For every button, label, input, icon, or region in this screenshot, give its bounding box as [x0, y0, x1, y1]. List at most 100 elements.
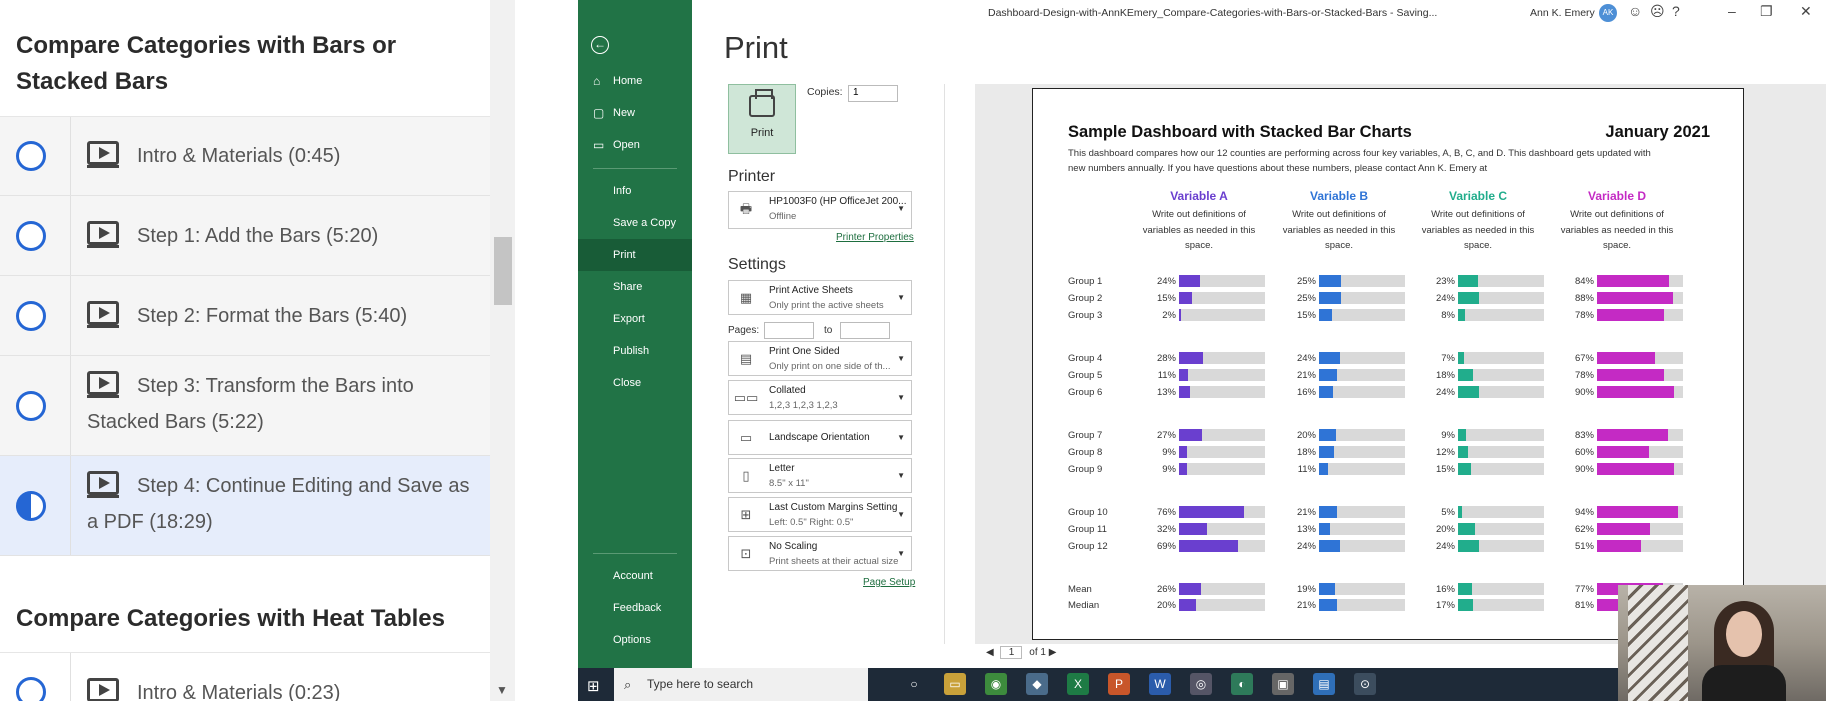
nav-new[interactable]: ▢ New: [578, 97, 692, 129]
nav-open[interactable]: ▭ Open: [578, 129, 692, 161]
bar-track: [1458, 386, 1544, 398]
nav-publish[interactable]: Publish: [578, 335, 692, 367]
app-icon[interactable]: ◎: [1190, 673, 1212, 695]
pages-to-input[interactable]: [840, 322, 890, 339]
nav-close[interactable]: Close: [578, 367, 692, 399]
restore-icon[interactable]: ❐: [1760, 3, 1773, 20]
print-what-select[interactable]: ▦ Print Active Sheets Only print the act…: [728, 280, 912, 315]
windows-start-icon[interactable]: ⊞: [587, 677, 600, 695]
excel-icon[interactable]: X: [1067, 673, 1089, 695]
bar-track: [1179, 275, 1265, 287]
paper-icon: ▯: [742, 468, 750, 483]
bar-fill: [1179, 386, 1191, 398]
nav-feedback[interactable]: Feedback: [578, 592, 692, 624]
lesson-label: Intro & Materials (0:23): [137, 682, 341, 701]
margins-select[interactable]: ⊞ Last Custom Margins Setting Left: 0.5"…: [728, 497, 912, 532]
value-label: 20%: [1435, 524, 1455, 535]
app-icon[interactable]: ▣: [1272, 673, 1294, 695]
nav-home[interactable]: ⌂ Home: [578, 65, 692, 97]
app-icon[interactable]: ◐: [1231, 673, 1253, 695]
sides-select[interactable]: ▤ Print One Sided Only print on one side…: [728, 341, 912, 376]
close-icon[interactable]: ✕: [1800, 3, 1812, 20]
app-icon[interactable]: ▤: [1313, 673, 1335, 695]
scrollbar-track[interactable]: [490, 0, 515, 701]
chevron-down-icon: ▼: [897, 549, 905, 558]
minimize-icon[interactable]: –: [1728, 3, 1736, 19]
chrome-icon[interactable]: ◉: [985, 673, 1007, 695]
chevron-down-icon: ▼: [897, 393, 905, 402]
nav-print[interactable]: Print: [578, 239, 692, 271]
taskbar-search[interactable]: ⌕ Type here to search: [614, 668, 868, 701]
scrollbar-thumb[interactable]: [494, 237, 512, 305]
value-label: 26%: [1156, 584, 1176, 595]
scroll-down-arrow-icon[interactable]: ▼: [496, 683, 508, 697]
page-number-input[interactable]: 1: [1000, 646, 1023, 659]
prev-page-icon[interactable]: ◀: [986, 647, 994, 658]
cortana-icon[interactable]: ○: [903, 673, 925, 695]
chevron-down-icon: ▼: [897, 293, 905, 302]
smile-icon[interactable]: ☺: [1628, 3, 1642, 19]
value-label: 94%: [1574, 507, 1594, 518]
avatar[interactable]: AK: [1599, 4, 1617, 22]
bar-fill: [1597, 352, 1655, 364]
value-label: 18%: [1296, 447, 1316, 458]
frown-icon[interactable]: ☹: [1650, 3, 1665, 20]
bar-fill: [1179, 275, 1200, 287]
nav-share[interactable]: Share: [578, 271, 692, 303]
pages-from-input[interactable]: [764, 322, 814, 339]
lesson-item[interactable]: Intro & Materials (0:45): [0, 117, 490, 196]
nav-save-a-copy[interactable]: Save a Copy: [578, 207, 692, 239]
value-label: 13%: [1156, 387, 1176, 398]
incomplete-status-icon: [16, 221, 46, 251]
bar-track: [1179, 506, 1265, 518]
powerpoint-icon[interactable]: P: [1108, 673, 1130, 695]
nav-export[interactable]: Export: [578, 303, 692, 335]
next-page-icon[interactable]: ▶: [1049, 647, 1057, 658]
bar-track: [1458, 599, 1544, 611]
variable-header: Variable B: [1309, 189, 1369, 203]
print-button[interactable]: Print: [728, 84, 796, 154]
word-icon[interactable]: W: [1149, 673, 1171, 695]
scaling-select[interactable]: ⊡ No Scaling Print sheets at their actua…: [728, 536, 912, 571]
bar-fill: [1458, 583, 1472, 595]
bar-track: [1458, 429, 1544, 441]
chevron-down-icon: ▼: [897, 510, 905, 519]
lesson-item-active[interactable]: Step 4: Continue Editing and Save as a P…: [0, 456, 490, 556]
lesson-item[interactable]: Step 1: Add the Bars (5:20): [0, 196, 490, 276]
lesson-item[interactable]: Step 2: Format the Bars (5:40): [0, 276, 490, 356]
back-arrow-icon[interactable]: ←: [591, 36, 609, 54]
copies-stepper[interactable]: 1: [848, 85, 898, 102]
value-label: 28%: [1156, 353, 1176, 364]
page-setup-link[interactable]: Page Setup: [863, 577, 915, 588]
nav-account[interactable]: Account: [578, 560, 692, 592]
bar-track: [1319, 386, 1405, 398]
bar-track: [1597, 386, 1683, 398]
orientation-select[interactable]: ▭ Landscape Orientation ▼: [728, 420, 912, 455]
bar-track: [1319, 599, 1405, 611]
help-icon[interactable]: ?: [1672, 3, 1680, 19]
collation-select[interactable]: ▭▭ Collated 1,2,3 1,2,3 1,2,3 ▼: [728, 380, 912, 415]
bar-track: [1458, 540, 1544, 552]
app-icon[interactable]: ◆: [1026, 673, 1048, 695]
lesson-item[interactable]: Intro & Materials (0:23): [0, 653, 490, 701]
value-label: 12%: [1435, 447, 1455, 458]
printer-properties-link[interactable]: Printer Properties: [836, 232, 914, 243]
video-icon: [87, 371, 119, 398]
nav-options[interactable]: Options: [578, 624, 692, 656]
bar-fill: [1597, 275, 1670, 287]
lesson-item[interactable]: Step 3: Transform the Bars into Stacked …: [0, 356, 490, 456]
nav-info[interactable]: Info: [578, 175, 692, 207]
group-label: Group 11: [1068, 524, 1107, 535]
bar-track: [1319, 352, 1405, 364]
bar-fill: [1458, 523, 1476, 535]
paper-size-select[interactable]: ▯ Letter 8.5" x 11" ▼: [728, 458, 912, 493]
printer-select[interactable]: 🖶 HP1003F0 (HP OfficeJet 200... Offline …: [728, 191, 912, 229]
value-label: 88%: [1574, 293, 1594, 304]
value-label: 21%: [1296, 507, 1316, 518]
sheet-icon: ▦: [739, 290, 753, 305]
bar-fill: [1597, 506, 1678, 518]
lesson-label: Intro & Materials (0:45): [137, 145, 341, 167]
app-icon[interactable]: ⊙: [1354, 673, 1376, 695]
landscape-icon: ▭: [739, 430, 753, 445]
file-explorer-icon[interactable]: ▭: [944, 673, 966, 695]
